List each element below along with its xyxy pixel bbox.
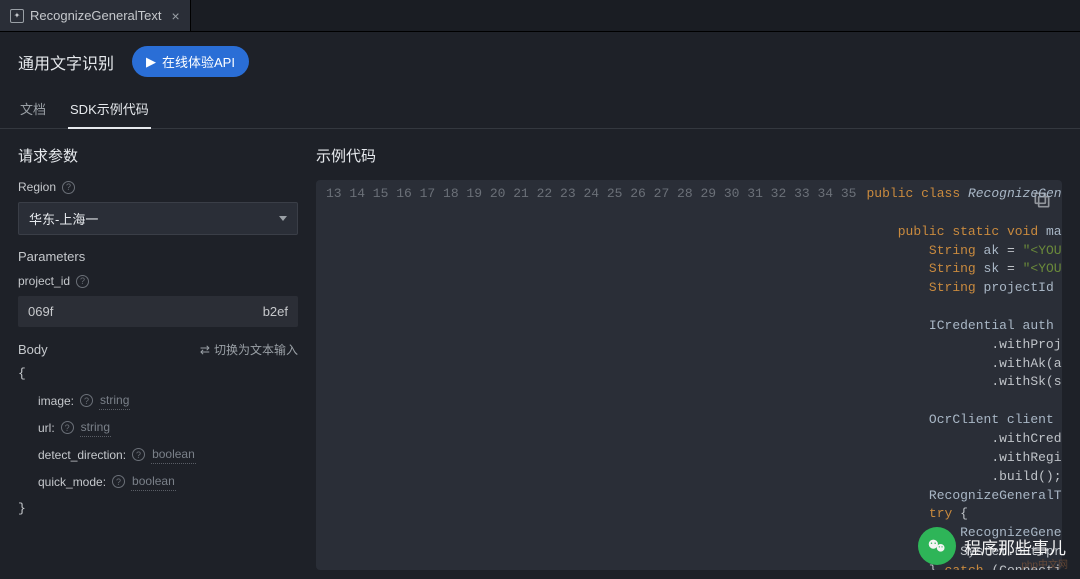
help-icon[interactable]: ?	[132, 448, 145, 461]
help-icon[interactable]: ?	[76, 275, 89, 288]
region-label-row: Region ?	[18, 180, 298, 194]
help-icon[interactable]: ?	[61, 421, 74, 434]
brace-open: {	[18, 366, 298, 381]
project-id-start: 069f	[28, 304, 53, 319]
brace-close: }	[18, 501, 298, 516]
tab-recognize-general-text[interactable]: ✦ RecognizeGeneralText ×	[0, 0, 191, 31]
code-lines: public class RecognizeGeneralTextSolutio…	[865, 180, 1063, 570]
param-url: url: ? string	[18, 414, 298, 441]
param-value-input[interactable]: string	[80, 418, 111, 437]
param-quick-mode: quick_mode: ? boolean	[18, 468, 298, 495]
page-title: 通用文字识别	[18, 50, 114, 74]
switch-to-text-button[interactable]: ⇄ 切换为文本输入	[200, 341, 298, 358]
example-code-heading: 示例代码	[316, 145, 1062, 166]
param-name: detect_direction:	[38, 448, 126, 462]
switch-text: 切换为文本输入	[214, 341, 298, 358]
watermark-small: php中文网	[1021, 556, 1068, 571]
project-id-label: project_id	[18, 274, 70, 288]
help-icon[interactable]: ?	[62, 181, 75, 194]
region-select[interactable]: 华东-上海一	[18, 202, 298, 235]
try-api-label: 在线体验API	[162, 52, 235, 71]
param-value-input[interactable]: string	[99, 391, 130, 410]
main-tabs: 文档 SDK示例代码	[0, 91, 1080, 129]
tab-title: RecognizeGeneralText	[30, 8, 162, 23]
file-icon: ✦	[10, 9, 24, 23]
code-editor[interactable]: 13 14 15 16 17 18 19 20 21 22 23 24 25 2…	[316, 180, 1062, 570]
page-header: 通用文字识别 ▶ 在线体验API	[0, 32, 1080, 91]
body-label: Body	[18, 342, 48, 357]
help-icon[interactable]: ?	[112, 475, 125, 488]
param-image: image: ? string	[18, 387, 298, 414]
play-icon: ▶	[146, 54, 156, 70]
right-panel: 示例代码 13 14 15 16 17 18 19 20 21 22 23 24…	[316, 129, 1080, 579]
region-label: Region	[18, 180, 56, 194]
content-area: 请求参数 Region ? 华东-上海一 Parameters project_…	[0, 129, 1080, 579]
param-value-input[interactable]: boolean	[151, 445, 196, 464]
line-gutter: 13 14 15 16 17 18 19 20 21 22 23 24 25 2…	[316, 180, 865, 570]
tab-sdk-examples[interactable]: SDK示例代码	[68, 91, 151, 128]
param-detect-direction: detect_direction: ? boolean	[18, 441, 298, 468]
code-container: 13 14 15 16 17 18 19 20 21 22 23 24 25 2…	[316, 180, 1062, 570]
param-name: quick_mode:	[38, 475, 106, 489]
try-api-button[interactable]: ▶ 在线体验API	[132, 46, 249, 77]
region-value: 华东-上海一	[29, 209, 98, 228]
project-id-input[interactable]: 069f b2ef	[18, 296, 298, 327]
project-id-label-row: project_id ?	[18, 274, 298, 288]
close-icon[interactable]: ×	[172, 8, 180, 24]
chevron-down-icon	[279, 216, 287, 221]
param-name: url:	[38, 421, 55, 435]
project-id-end: b2ef	[263, 304, 288, 319]
parameters-heading: Parameters	[18, 249, 298, 264]
tab-docs[interactable]: 文档	[18, 91, 48, 128]
censored-overlay	[63, 296, 198, 327]
request-params-heading: 请求参数	[18, 145, 298, 166]
swap-icon: ⇄	[200, 343, 210, 357]
body-header: Body ⇄ 切换为文本输入	[18, 341, 298, 358]
help-icon[interactable]: ?	[80, 394, 93, 407]
window-tab-bar: ✦ RecognizeGeneralText ×	[0, 0, 1080, 32]
param-value-input[interactable]: boolean	[131, 472, 176, 491]
param-name: image:	[38, 394, 74, 408]
left-panel: 请求参数 Region ? 华东-上海一 Parameters project_…	[0, 129, 316, 579]
